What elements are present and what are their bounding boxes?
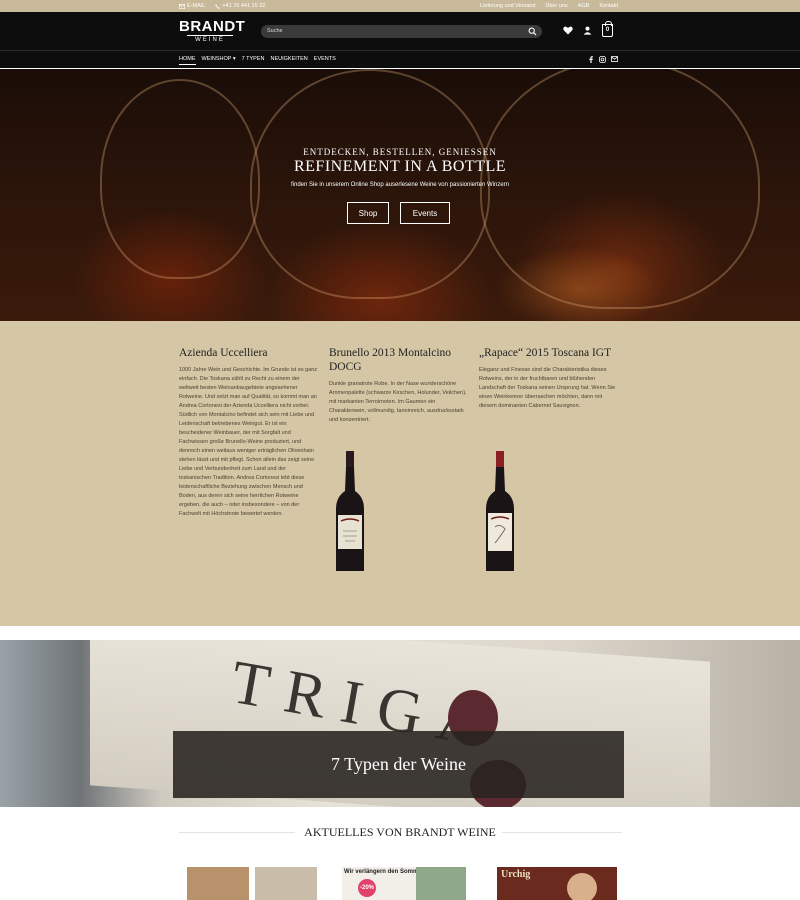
search-input[interactable]: [267, 28, 517, 34]
logo-main: BRANDT: [179, 18, 246, 35]
wine-types-caption[interactable]: 7 Typen der Weine: [173, 731, 624, 798]
topbar-phone[interactable]: +41 76 441 15 22: [215, 3, 265, 9]
instagram-icon[interactable]: [599, 56, 606, 63]
cart-icon[interactable]: 0: [602, 21, 613, 37]
topbar: E-MAIL +41 76 441 15 22 Lieferung und Ve…: [0, 0, 800, 12]
wine-glass-image: [480, 69, 760, 309]
nav-item-7-typen[interactable]: 7 TYPEN: [242, 56, 265, 62]
event-label: Urchig: [501, 869, 531, 880]
feature-text: 1000 Jahre Wein und Geschichte. Im Grund…: [179, 367, 318, 517]
person-photo-image: [567, 873, 597, 900]
cart-count: 0: [605, 27, 610, 33]
section-divider: [0, 626, 800, 640]
hero-headline: REFINEMENT IN A BOTTLE: [293, 158, 507, 175]
wine-glass-image: [100, 79, 260, 279]
feature-title: „Rapace“ 2015 Toscana IGT: [479, 347, 612, 359]
news-heading: AKTUELLES VON BRANDT WEINE: [304, 825, 496, 839]
news-thumbnail-promo[interactable]: Wir verlängern den Sommer! -20%: [342, 867, 466, 900]
book-image: [255, 867, 317, 900]
nav-item-home[interactable]: HOME: [179, 56, 196, 65]
nav-item-neuigkeiten[interactable]: NEUIGKEITEN: [270, 56, 307, 62]
site-header: BRANDT WEINE 0: [0, 12, 800, 50]
discount-badge: -20%: [358, 879, 376, 897]
feature-text: Dunkle granatrote Robe. In der Nase wund…: [329, 381, 467, 423]
nav-item-weinshop[interactable]: WEINSHOP ▾: [202, 56, 236, 62]
feature-title: Azienda Uccelliera: [179, 347, 268, 359]
topbar-link-agb[interactable]: AGB: [578, 3, 590, 9]
shop-button[interactable]: Shop: [347, 202, 389, 224]
wine-features-section: Azienda Uccelliera 1000 Jahre Wein und G…: [0, 321, 800, 626]
hero-tagline: finden Sie in unserem Online Shop auserl…: [290, 182, 509, 188]
feature-column-brunello: Brunello 2013 Montalcino DOCG Dunkle gra…: [329, 346, 469, 425]
topbar-link-ueber-uns[interactable]: Über uns: [545, 3, 567, 9]
hero-kicker: ENTDECKEN, BESTELLEN, GENIESSEN: [303, 147, 497, 157]
topbar-email[interactable]: E-MAIL: [179, 3, 205, 9]
events-button[interactable]: Events: [400, 202, 450, 224]
search-icon[interactable]: [528, 27, 537, 36]
topbar-link-kontakt[interactable]: Kontakt: [599, 3, 618, 9]
topbar-link-lieferung[interactable]: Lieferung und Versand: [480, 3, 535, 9]
heart-icon[interactable]: [563, 26, 573, 35]
user-icon[interactable]: [583, 26, 592, 35]
envelope-icon[interactable]: [611, 56, 618, 62]
search-bar: [261, 25, 542, 38]
main-nav: HOME WEINSHOP ▾ 7 TYPEN NEUIGKEITEN EVEN…: [0, 50, 800, 68]
wine-bottle-brunello-image[interactable]: [333, 451, 367, 573]
feature-column-rapace: „Rapace“ 2015 Toscana IGT Eleganz und Fi…: [479, 346, 619, 411]
wine-types-banner[interactable]: TRIGA 7 Typen der Weine: [0, 640, 800, 807]
book-image: [187, 867, 249, 900]
wine-bottle-rapace-image[interactable]: [483, 451, 517, 573]
nav-item-events[interactable]: EVENTS: [314, 56, 336, 62]
feature-column-uccelliera: Azienda Uccelliera 1000 Jahre Wein und G…: [179, 346, 319, 519]
promo-text: Wir verlängern den Sommer!: [344, 869, 426, 875]
facebook-icon[interactable]: [588, 56, 594, 63]
hero-banner: ENTDECKEN, BESTELLEN, GENIESSEN REFINEME…: [0, 69, 800, 321]
mail-icon: [179, 3, 185, 9]
chevron-down-icon: ▾: [231, 56, 236, 62]
news-thumbnail-event[interactable]: Urchig: [497, 867, 617, 900]
people-photo-image: [416, 867, 466, 900]
feature-text: Eleganz und Finesse sind die Charakteris…: [479, 367, 616, 409]
logo-sub: WEINE: [187, 35, 233, 44]
topbar-phone-number: +41 76 441 15 22: [222, 3, 266, 9]
site-logo[interactable]: BRANDT WEINE: [179, 18, 246, 44]
nav-item-weinshop-label: WEINSHOP: [201, 56, 232, 62]
news-thumbnail-books[interactable]: [187, 867, 317, 900]
news-section: AKTUELLES VON BRANDT WEINE Wir verlänger…: [0, 807, 800, 900]
feature-title: Brunello 2013 Montalcino DOCG: [329, 347, 452, 373]
phone-icon: [215, 3, 221, 9]
topbar-email-label: E-MAIL: [187, 3, 206, 9]
